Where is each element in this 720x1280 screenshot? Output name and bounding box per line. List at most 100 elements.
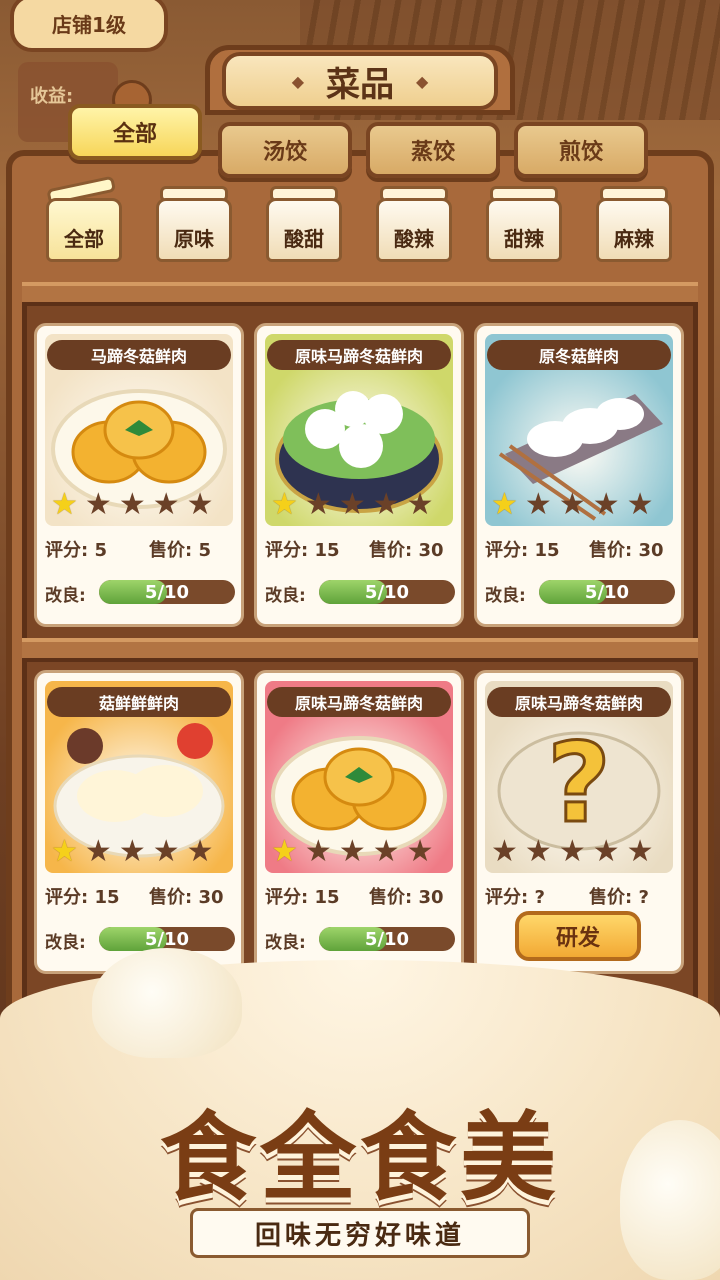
flavor-label: 甜辣: [486, 198, 562, 262]
star-empty-icon: ★: [372, 487, 400, 522]
improve-label: 改良:: [485, 586, 526, 606]
dish-score: 评分: 15: [45, 887, 120, 908]
star-rating: ★ ★ ★ ★ ★: [271, 837, 434, 867]
tab-fried-dumpling[interactable]: 煎饺: [514, 122, 648, 178]
star-empty-icon: ★: [186, 487, 214, 522]
dish-card[interactable]: 原味马蹄冬菇鲜肉 ★ ★ ★ ★ ★ 评分: 15 售价: 30 改良: 5/10: [254, 670, 464, 974]
star-filled-icon: ★: [271, 834, 298, 869]
star-empty-icon: ★: [524, 487, 552, 522]
star-empty-icon: ★: [186, 834, 214, 869]
dish-score: 评分: 5: [45, 540, 107, 561]
improve-progress-text: 5/10: [584, 581, 630, 603]
svg-text:?: ?: [547, 719, 611, 847]
star-filled-icon: ★: [271, 487, 298, 522]
diamond-icon: ◆: [416, 71, 429, 91]
flavor-label: 酸辣: [376, 198, 452, 262]
star-empty-icon: ★: [152, 834, 180, 869]
dish-card[interactable]: ? 原味马蹄冬菇鲜肉 ★ ★ ★ ★ ★ 评分: ? 售价: ? 研发: [474, 670, 684, 974]
slogan-title: 食全食美: [160, 1101, 560, 1214]
dumpling-decoration: [92, 948, 242, 1058]
dish-name: 菇鲜鲜鲜肉: [47, 687, 231, 717]
star-empty-icon: ★: [406, 487, 434, 522]
flavor-label: 酸甜: [266, 198, 342, 262]
dish-price: 售价: 30: [149, 887, 224, 908]
slogan-ribbon: 回味无穷好味道: [190, 1208, 530, 1258]
flavor-original[interactable]: 原味: [156, 186, 232, 264]
star-filled-icon: ★: [51, 834, 78, 869]
star-empty-icon: ★: [304, 834, 332, 869]
diamond-icon: ◆: [291, 71, 304, 91]
star-filled-icon: ★: [491, 487, 518, 522]
develop-button[interactable]: 研发: [515, 911, 641, 961]
dish-name: 原味马蹄冬菇鲜肉: [487, 687, 671, 717]
improve-label: 改良:: [45, 933, 86, 953]
star-rating: ★ ★ ★ ★ ★: [491, 837, 654, 867]
star-empty-icon: ★: [84, 487, 112, 522]
star-empty-icon: ★: [338, 834, 366, 869]
dish-card[interactable]: 马蹄冬菇鲜肉 ★ ★ ★ ★ ★ 评分: 5 售价: 5 改良: 5/10: [34, 323, 244, 627]
improve-progress-text: 5/10: [144, 581, 190, 603]
flavor-numbing-spicy[interactable]: 麻辣: [596, 186, 672, 264]
dish-score: 评分: 15: [265, 540, 340, 561]
dish-card[interactable]: 原味马蹄冬菇鲜肉 ★ ★ ★ ★ ★ 评分: 15 售价: 30 改良: 5/10: [254, 323, 464, 627]
shelf-middle: [22, 638, 698, 662]
flavor-label: 全部: [46, 198, 122, 262]
dish-name: 原冬菇鲜肉: [487, 340, 671, 370]
improve-progress-bar[interactable]: 5/10: [539, 580, 675, 604]
flavor-label: 原味: [156, 198, 232, 262]
star-rating: ★ ★ ★ ★ ★: [271, 490, 434, 520]
star-empty-icon: ★: [338, 487, 366, 522]
improve-progress-text: 5/10: [364, 928, 410, 950]
dish-price: 售价: 30: [589, 540, 664, 561]
title-plaque: ◆ 菜品 ◆: [222, 52, 498, 110]
star-empty-icon: ★: [84, 834, 112, 869]
star-empty-icon: ★: [524, 834, 552, 869]
star-empty-icon: ★: [372, 834, 400, 869]
star-rating: ★ ★ ★ ★ ★: [51, 837, 214, 867]
dish-name: 马蹄冬菇鲜肉: [47, 340, 231, 370]
tab-all[interactable]: 全部: [68, 104, 202, 160]
dish-score: 评分: 15: [265, 887, 340, 908]
star-empty-icon: ★: [304, 487, 332, 522]
dish-score: 评分: 15: [485, 540, 560, 561]
improve-progress-text: 5/10: [364, 581, 410, 603]
star-rating: ★ ★ ★ ★ ★: [51, 490, 214, 520]
dish-price: 售价: 5: [149, 540, 211, 561]
improve-label: 改良:: [265, 586, 306, 606]
improve-progress-bar[interactable]: 5/10: [319, 927, 455, 951]
star-filled-icon: ★: [51, 487, 78, 522]
dish-price: 售价: ?: [589, 887, 649, 908]
improve-label: 改良:: [45, 586, 86, 606]
star-empty-icon: ★: [592, 834, 620, 869]
tab-soup-dumpling[interactable]: 汤饺: [218, 122, 352, 178]
flavor-sweet-spicy[interactable]: 甜辣: [486, 186, 562, 264]
star-rating: ★ ★ ★ ★ ★: [491, 490, 654, 520]
shop-level-badge[interactable]: 店铺1级: [10, 0, 168, 52]
improve-label: 改良:: [265, 933, 306, 953]
star-empty-icon: ★: [626, 834, 654, 869]
dish-score: 评分: ?: [485, 887, 545, 908]
improve-progress-bar[interactable]: 5/10: [319, 580, 455, 604]
tab-steamed-dumpling[interactable]: 蒸饺: [366, 122, 500, 178]
star-empty-icon: ★: [558, 487, 586, 522]
star-empty-icon: ★: [558, 834, 586, 869]
star-empty-icon: ★: [152, 487, 180, 522]
flavor-hot-sour[interactable]: 酸辣: [376, 186, 452, 264]
shelf-top: [22, 282, 698, 306]
dish-card[interactable]: 菇鲜鲜鲜肉 ★ ★ ★ ★ ★ 评分: 15 售价: 30 改良: 5/10: [34, 670, 244, 974]
flavor-label: 麻辣: [596, 198, 672, 262]
dish-name: 原味马蹄冬菇鲜肉: [267, 340, 451, 370]
star-empty-icon: ★: [118, 834, 146, 869]
star-empty-icon: ★: [406, 834, 434, 869]
flavor-sweet-sour[interactable]: 酸甜: [266, 186, 342, 264]
improve-progress-bar[interactable]: 5/10: [99, 580, 235, 604]
star-empty-icon: ★: [626, 487, 654, 522]
dish-card[interactable]: 原冬菇鲜肉 ★ ★ ★ ★ ★ 评分: 15 售价: 30 改良: 5/10: [474, 323, 684, 627]
star-empty-icon: ★: [491, 834, 518, 869]
star-empty-icon: ★: [118, 487, 146, 522]
page-title: 菜品: [326, 64, 394, 105]
dish-price: 售价: 30: [369, 540, 444, 561]
flavor-all[interactable]: 全部: [46, 175, 122, 264]
dish-name: 原味马蹄冬菇鲜肉: [267, 687, 451, 717]
star-empty-icon: ★: [592, 487, 620, 522]
